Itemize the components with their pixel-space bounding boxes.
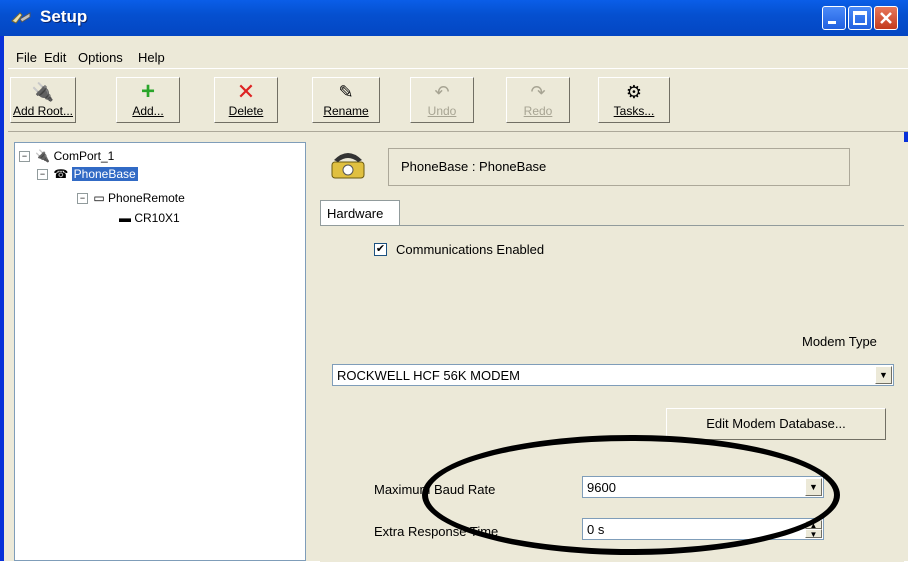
menu-help[interactable]: Help <box>138 50 165 65</box>
dropdown-arrow-icon[interactable]: ▼ <box>875 366 892 384</box>
edit-modem-database-button[interactable]: Edit Modem Database... <box>666 408 886 440</box>
settings-panel: PhoneBase : PhoneBase Hardware ✔ Communi… <box>316 142 908 562</box>
comm-enabled-label: Communications Enabled <box>396 242 545 257</box>
device-header: PhoneBase : PhoneBase <box>388 148 850 186</box>
title-bar[interactable]: Setup <box>0 0 908 36</box>
spin-down-icon[interactable]: ▼ <box>805 529 822 539</box>
menu-options[interactable]: Options <box>78 50 123 65</box>
modem-type-select[interactable]: ROCKWELL HCF 56K MODEM ▼ <box>332 364 894 386</box>
add-button[interactable]: + Add... <box>116 77 180 123</box>
extra-response-input[interactable]: 0 s ▲ ▼ <box>582 518 824 540</box>
delete-x-icon: ✕ <box>236 79 256 104</box>
delete-button[interactable]: ✕ Delete <box>214 77 278 123</box>
datalogger-icon: ▬ <box>119 211 131 225</box>
max-baud-label: Maximum Baud Rate <box>374 482 496 497</box>
extra-response-label: Extra Response Time <box>374 524 499 539</box>
add-root-button[interactable]: 🔌 Add Root... <box>10 77 76 123</box>
tasks-icon: ⚙ <box>625 82 643 102</box>
plus-icon: + <box>140 78 155 105</box>
rename-button[interactable]: ✎ Rename <box>312 77 380 123</box>
collapse-icon[interactable]: − <box>77 193 88 205</box>
menu-file[interactable]: File <box>16 50 37 65</box>
tab-hardware[interactable]: Hardware <box>320 200 400 226</box>
app-icon <box>11 12 31 24</box>
menu-edit[interactable]: Edit <box>44 50 66 65</box>
rename-pen-icon: ✎ <box>338 82 354 102</box>
tree-item-cr10x1[interactable]: ▬ CR10X1 <box>119 211 180 225</box>
close-button[interactable] <box>874 6 898 30</box>
hardware-page <box>320 225 904 562</box>
comport-icon: 🔌 <box>35 149 51 163</box>
modem-icon: ▭ <box>93 191 105 205</box>
close-icon <box>880 12 892 24</box>
redo-button[interactable]: ↷ Redo <box>506 77 570 123</box>
phone-icon: ☎ <box>53 167 69 181</box>
tree-item-comport[interactable]: − 🔌 ComPort_1 <box>19 149 114 163</box>
network-tree[interactable]: − 🔌 ComPort_1 − ☎ PhoneBase − ▭ PhoneRem… <box>14 142 306 561</box>
undo-icon: ↶ <box>434 82 450 102</box>
modem-type-label: Modem Type <box>802 334 877 349</box>
minimize-icon <box>828 21 836 24</box>
spinner[interactable]: ▲ ▼ <box>805 520 822 539</box>
redo-icon: ↷ <box>530 82 546 102</box>
toolbar: 🔌 Add Root... + Add... ✕ Delete ✎ Rename… <box>8 68 908 132</box>
dropdown-arrow-icon[interactable]: ▼ <box>805 478 822 496</box>
tasks-button[interactable]: ⚙ Tasks... <box>598 77 670 123</box>
comm-enabled-checkbox[interactable]: ✔ <box>374 243 387 256</box>
device-name: PhoneBase : PhoneBase <box>401 159 547 174</box>
window-title: Setup <box>40 7 88 26</box>
tree-item-phonebase[interactable]: − ☎ PhoneBase <box>37 167 138 181</box>
max-baud-select[interactable]: 9600 ▼ <box>582 476 824 498</box>
collapse-icon[interactable]: − <box>37 169 48 181</box>
undo-button[interactable]: ↶ Undo <box>410 77 474 123</box>
tree-item-phoneremote[interactable]: − ▭ PhoneRemote <box>77 191 185 205</box>
maximize-button[interactable] <box>848 6 872 30</box>
add-root-icon: 🔌 <box>31 82 55 102</box>
setup-window: Setup File Edit Options Help 🔌 Add Root.… <box>0 0 908 562</box>
spin-up-icon[interactable]: ▲ <box>805 520 822 530</box>
menu-bar: File Edit Options Help <box>8 36 908 68</box>
collapse-icon[interactable]: − <box>19 151 30 163</box>
minimize-button[interactable] <box>822 6 846 30</box>
maximize-icon <box>853 11 867 25</box>
telephone-icon <box>331 153 365 179</box>
